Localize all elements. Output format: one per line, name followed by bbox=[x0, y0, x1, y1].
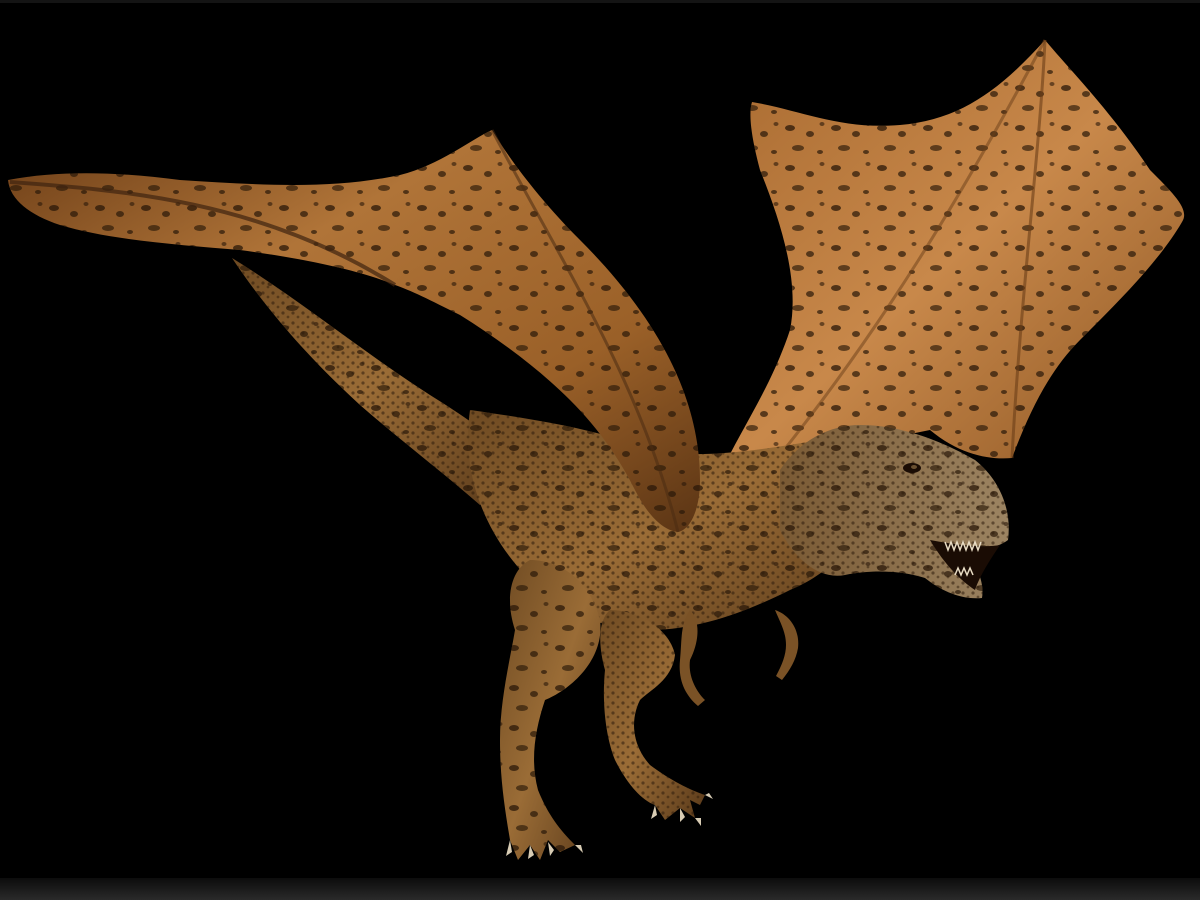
render-viewport bbox=[0, 0, 1200, 900]
viewport-bottom-bar bbox=[0, 878, 1200, 900]
dinosaur-render bbox=[8, 39, 1185, 860]
right-wing bbox=[720, 39, 1185, 477]
